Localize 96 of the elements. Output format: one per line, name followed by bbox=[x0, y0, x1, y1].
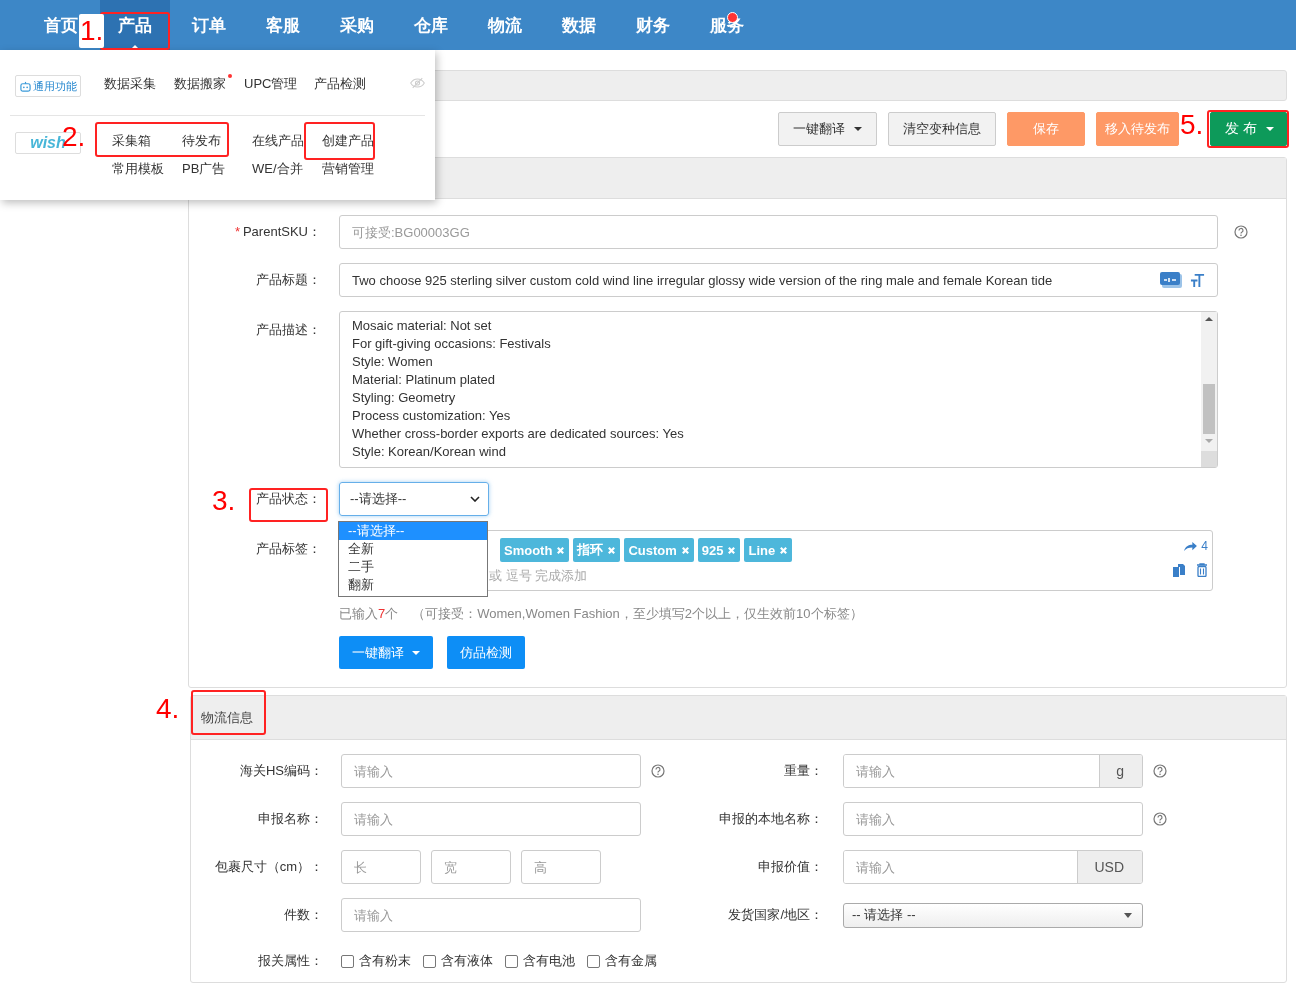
checkbox[interactable] bbox=[341, 954, 354, 968]
scrollbar[interactable] bbox=[1201, 312, 1217, 467]
select-option[interactable]: 全新 bbox=[339, 540, 487, 558]
menu-item[interactable]: 营销管理 bbox=[322, 160, 392, 178]
checkbox[interactable] bbox=[423, 954, 436, 968]
select-option[interactable]: 翻新 bbox=[339, 576, 487, 594]
nav-tab[interactable]: 首页 bbox=[44, 0, 78, 50]
remove-icon[interactable] bbox=[779, 545, 789, 555]
unit-addon: USD bbox=[1077, 851, 1142, 883]
menu-item[interactable]: UPC管理 bbox=[244, 75, 314, 93]
field-label: 申报价值： bbox=[758, 859, 823, 874]
nav-tab[interactable]: 客服 bbox=[266, 0, 300, 50]
menu-item[interactable]: 采集箱 bbox=[112, 132, 182, 150]
field-label: 产品标题： bbox=[256, 272, 321, 287]
status-select[interactable]: --请选择-- bbox=[339, 482, 489, 516]
input-field[interactable]: 请输入 USD bbox=[843, 850, 1143, 884]
checkbox-option[interactable]: 含有电池 bbox=[505, 952, 575, 970]
field-label: 重量： bbox=[784, 763, 823, 778]
panel-title: 物流信息 bbox=[201, 708, 253, 727]
caret-icon bbox=[1266, 127, 1274, 131]
caret-icon bbox=[412, 650, 420, 655]
trash-icon[interactable] bbox=[1196, 563, 1208, 577]
field-label: 报关属性： bbox=[258, 953, 323, 968]
description-field[interactable]: Mosaic material: Not set For gift-giving occasions: Festivals Style: Women Material: Platinum plated Styling: Geometry Process customization: Yes Whether cross-border exports are dedicated sources: Yes Style: Korean/Korean wind bbox=[339, 311, 1218, 468]
menu-item[interactable]: 创建产品 bbox=[322, 132, 392, 150]
annotation-number: 5. bbox=[1180, 108, 1204, 142]
text-size-icon[interactable] bbox=[1190, 272, 1205, 288]
caret-icon bbox=[1124, 912, 1132, 918]
select-option[interactable]: 二手 bbox=[339, 558, 487, 576]
nav-tab[interactable]: 数据 bbox=[562, 0, 596, 50]
unit-addon: g bbox=[1099, 755, 1142, 787]
checkbox-option[interactable]: 含有液体 bbox=[423, 952, 493, 970]
help-icon[interactable] bbox=[651, 764, 665, 778]
share-arrow-icon[interactable] bbox=[1183, 540, 1199, 552]
tag-count: 4 bbox=[1201, 539, 1208, 553]
help-icon[interactable] bbox=[1153, 812, 1167, 826]
toolbar-button[interactable]: 清空变种信息 bbox=[888, 112, 997, 146]
spellcheck-icon[interactable] bbox=[1160, 272, 1182, 288]
tags-placeholder: 或 逗号 完成添加 bbox=[489, 567, 588, 585]
field-label: ParentSKU： bbox=[242, 224, 321, 239]
nav-tab[interactable]: 采购 bbox=[340, 0, 374, 50]
nav-tab[interactable]: 订单 bbox=[192, 0, 226, 50]
input-field[interactable]: 请输入 bbox=[341, 898, 641, 932]
help-icon[interactable] bbox=[1153, 764, 1167, 778]
robot-icon bbox=[19, 80, 31, 92]
field-label: 产品标签： bbox=[256, 541, 321, 556]
field-label: 产品描述： bbox=[256, 322, 321, 337]
checkbox[interactable] bbox=[505, 954, 518, 968]
field-label: 申报的本地名称： bbox=[719, 811, 823, 826]
field-label: 产品状态： bbox=[256, 491, 321, 506]
menu-item[interactable]: 常用模板 bbox=[112, 160, 182, 178]
input-field[interactable]: 请输入 g bbox=[843, 754, 1143, 788]
checkbox-option[interactable]: 含有金属 bbox=[587, 952, 657, 970]
field-label: 海关HS编码： bbox=[239, 763, 323, 778]
annotation-number: 1. bbox=[79, 14, 105, 48]
remove-icon[interactable] bbox=[727, 545, 737, 555]
country-select[interactable]: -- 请选择 -- bbox=[843, 902, 1143, 928]
checkbox[interactable] bbox=[587, 954, 600, 968]
remove-icon[interactable] bbox=[680, 545, 690, 555]
annotation-number: 4. bbox=[156, 692, 180, 726]
copy-icon[interactable] bbox=[1172, 563, 1186, 577]
caret-icon bbox=[854, 127, 863, 131]
dimension-field[interactable]: 宽 bbox=[431, 850, 511, 884]
nav-tab[interactable]: 仓库 bbox=[414, 0, 448, 50]
parent-sku-field[interactable]: 可接受:BG00003GG bbox=[339, 215, 1218, 249]
checkbox-option[interactable]: 含有粉末 bbox=[341, 952, 411, 970]
toolbar-button[interactable]: 发 布 bbox=[1210, 112, 1287, 146]
menu-item[interactable]: 数据搬家 bbox=[174, 75, 244, 93]
title-field[interactable]: Two choose 925 sterling silver custom cold wind line irregular glossy wide version of the ring male and female Korean tide bbox=[339, 263, 1218, 297]
remove-icon[interactable] bbox=[607, 545, 617, 555]
toolbar-button[interactable]: 一键翻译 bbox=[778, 112, 878, 146]
menu-item[interactable]: 数据采集 bbox=[104, 75, 174, 93]
required-mark: * bbox=[234, 224, 240, 239]
nav-tab[interactable]: 物流 bbox=[488, 0, 522, 50]
field-label: 申报名称： bbox=[258, 811, 323, 826]
nav-tab[interactable]: 财务 bbox=[636, 0, 670, 50]
menu-item[interactable]: 产品检测 bbox=[314, 75, 384, 93]
field-label: 包裹尺寸（cm）： bbox=[214, 859, 323, 874]
dimension-field[interactable]: 高 bbox=[521, 850, 601, 884]
input-field[interactable]: 请输入 bbox=[843, 802, 1143, 836]
input-field[interactable]: 请输入 bbox=[341, 802, 641, 836]
section-badge: 通用功能 bbox=[15, 75, 81, 97]
input-field[interactable]: 请输入 bbox=[341, 754, 641, 788]
help-icon[interactable] bbox=[1234, 225, 1248, 239]
field-label: 件数： bbox=[284, 907, 323, 922]
chevron-icon bbox=[470, 496, 480, 502]
menu-item[interactable]: PB广告 bbox=[182, 160, 252, 178]
menu-item[interactable]: 在线产品 bbox=[252, 132, 322, 150]
menu-item[interactable]: WE/合并 bbox=[252, 160, 322, 178]
menu-item[interactable]: 待发布 bbox=[182, 132, 252, 150]
field-label: 发货国家/地区： bbox=[728, 907, 823, 922]
annotation-box bbox=[304, 122, 375, 160]
remove-icon[interactable] bbox=[556, 545, 566, 555]
dimension-field[interactable]: 长 bbox=[341, 850, 421, 884]
tag-hint-text: 已输入7个 （可接受：Women,Women Fashion，至少填写2个以上，仅生效前10个标签） bbox=[339, 605, 864, 623]
annotation-number: 3. bbox=[212, 484, 236, 518]
